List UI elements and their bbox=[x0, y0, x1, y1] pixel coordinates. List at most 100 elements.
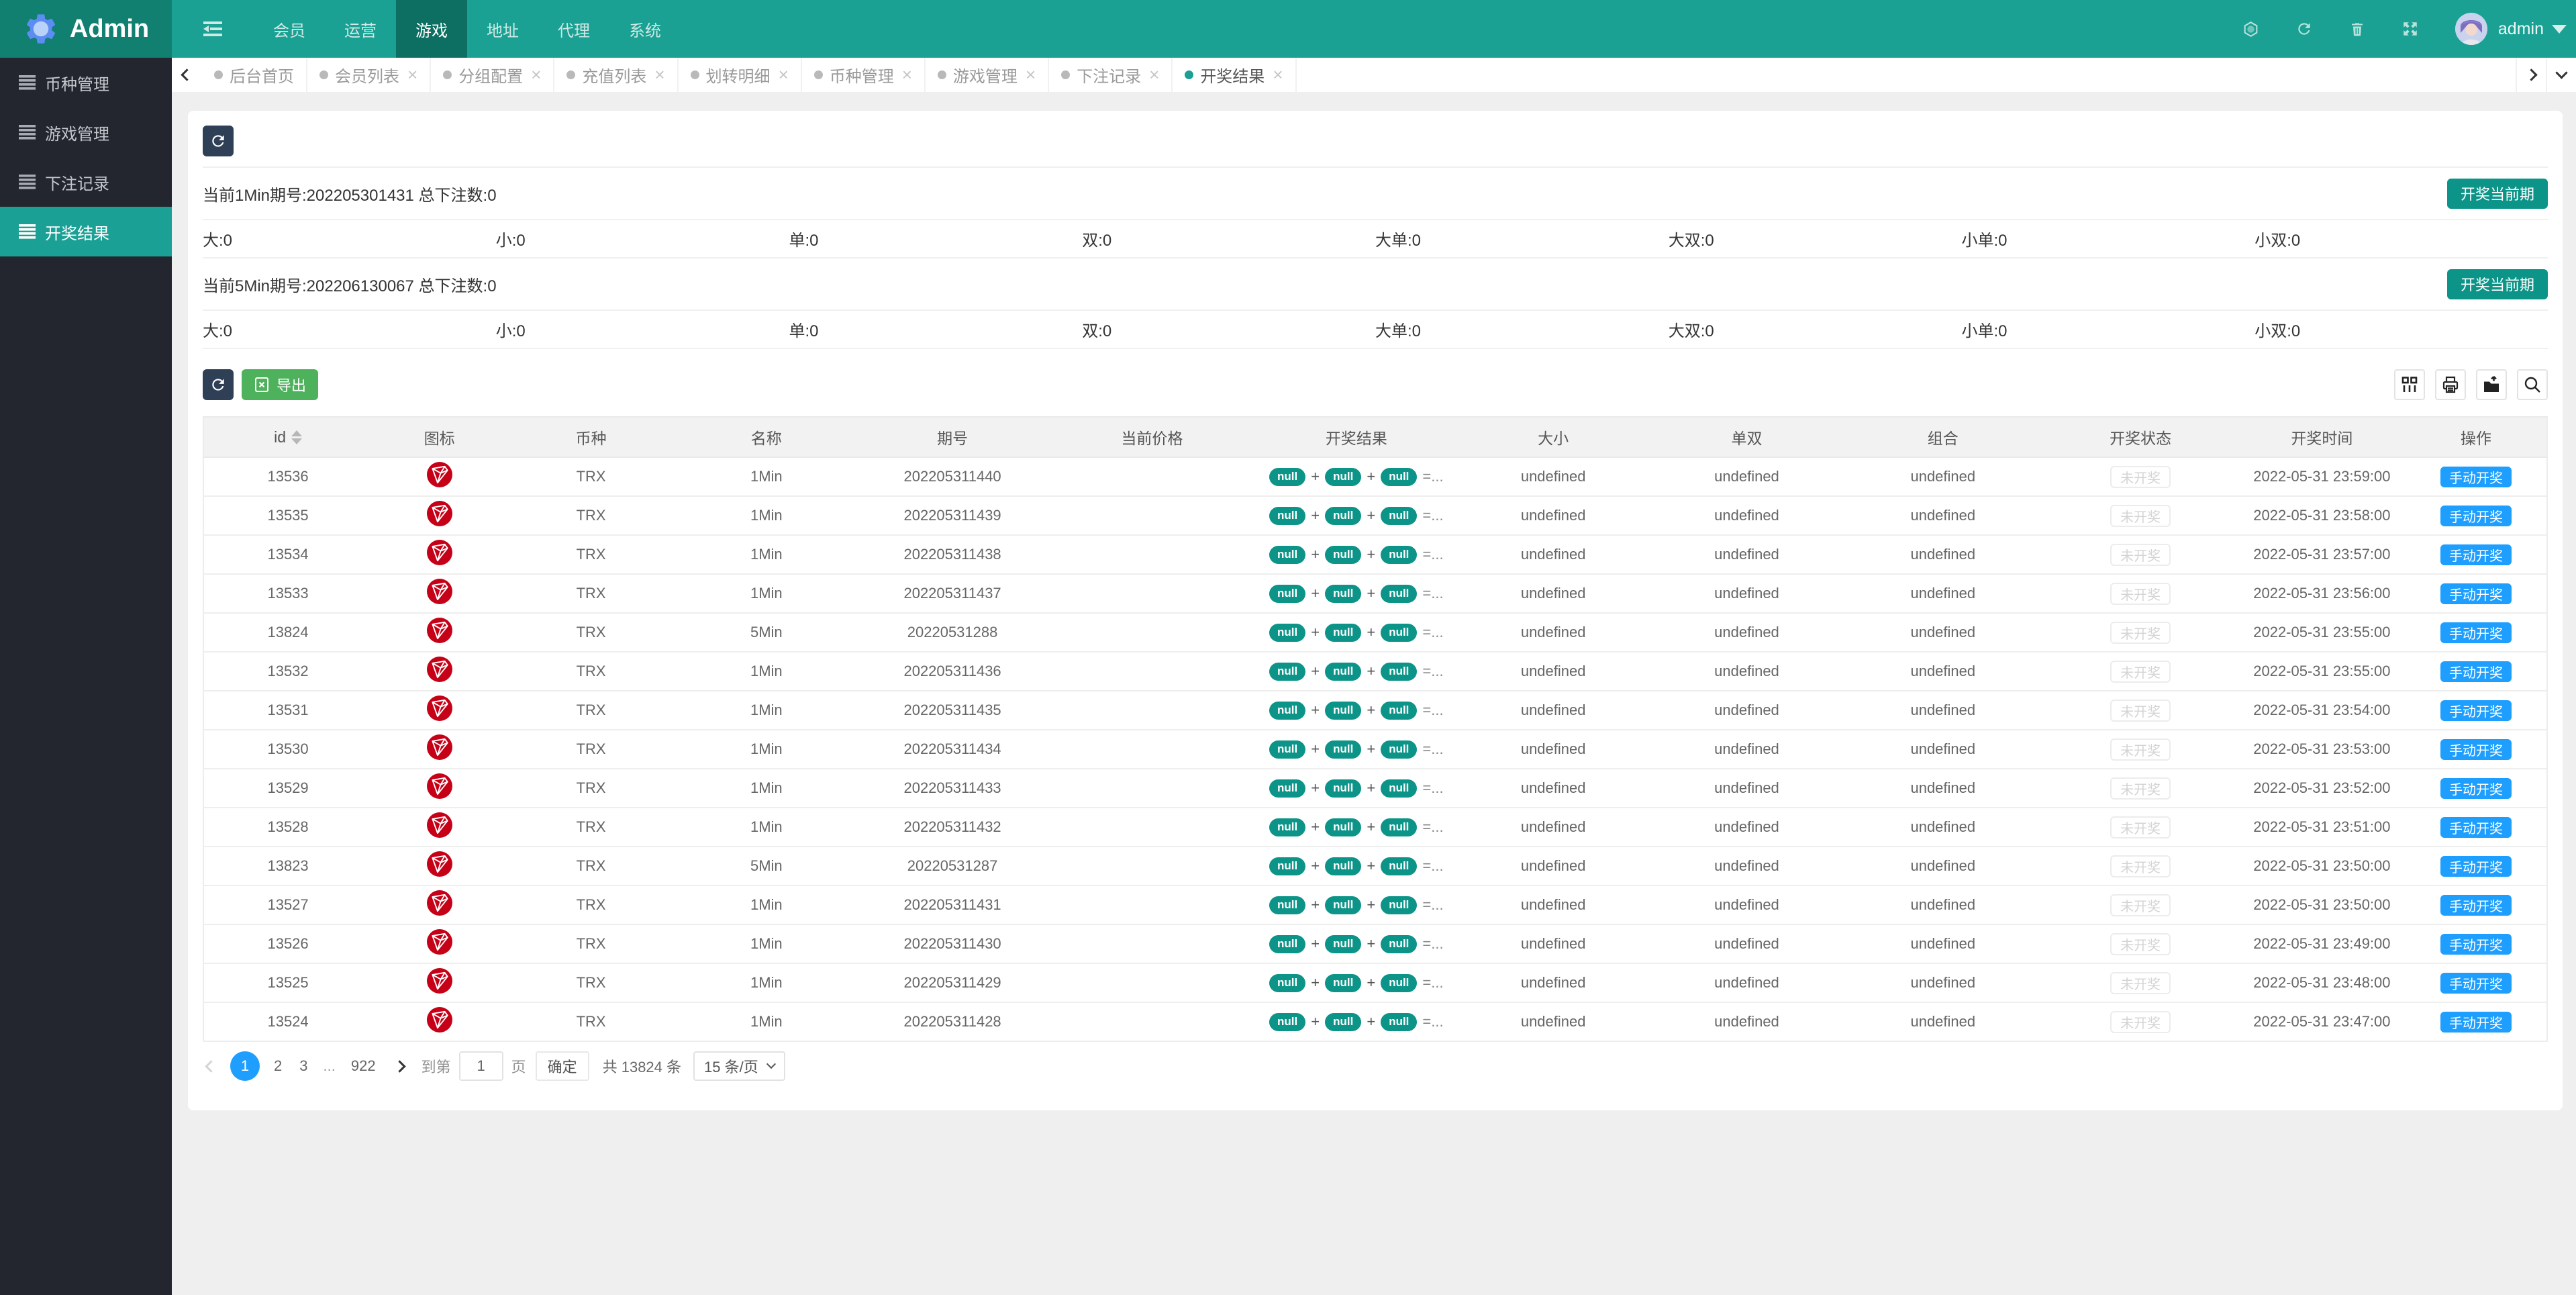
username[interactable]: admin bbox=[2498, 19, 2544, 39]
manual-draw-button[interactable]: 手动开奖 bbox=[2440, 933, 2512, 955]
print-button[interactable] bbox=[2435, 369, 2466, 400]
cell-coin: TRX bbox=[507, 924, 676, 964]
manual-draw-button[interactable]: 手动开奖 bbox=[2440, 622, 2512, 643]
cell-size: undefined bbox=[1456, 1002, 1650, 1042]
refresh-table-button[interactable] bbox=[203, 369, 234, 400]
export-data-button[interactable] bbox=[2476, 369, 2507, 400]
tab-后台首页[interactable]: 后台首页 bbox=[202, 58, 307, 92]
cell-action: 手动开奖 bbox=[2405, 769, 2547, 808]
page-number[interactable]: 3 bbox=[299, 1057, 307, 1075]
sidebar-item-币种管理[interactable]: 币种管理 bbox=[0, 58, 172, 107]
tab-开奖结果[interactable]: 开奖结果 × bbox=[1173, 58, 1297, 92]
cell-time: 2022-05-31 23:48:00 bbox=[2238, 963, 2406, 1003]
cell-icon bbox=[372, 1002, 507, 1042]
trx-coin-icon bbox=[426, 929, 452, 955]
cell-price bbox=[1047, 1002, 1257, 1042]
tab-游戏管理[interactable]: 游戏管理 × bbox=[926, 58, 1050, 92]
draw-current-period-button[interactable]: 开奖当前期 bbox=[2446, 269, 2548, 299]
nav-item-系统[interactable]: 系统 bbox=[609, 0, 681, 58]
filter-columns-button[interactable] bbox=[2394, 369, 2425, 400]
column-header-期号: 期号 bbox=[857, 416, 1048, 458]
manual-draw-button[interactable]: 手动开奖 bbox=[2440, 661, 2512, 682]
cell-name: 1Min bbox=[675, 885, 858, 925]
search-button[interactable] bbox=[2517, 369, 2548, 400]
tab-币种管理[interactable]: 币种管理 × bbox=[802, 58, 926, 92]
manual-draw-button[interactable]: 手动开奖 bbox=[2440, 583, 2512, 604]
status-not-drawn-button: 未开奖 bbox=[2110, 738, 2171, 761]
sort-icons[interactable] bbox=[291, 430, 303, 444]
tab-会员列表[interactable]: 会员列表 × bbox=[307, 58, 432, 92]
manual-draw-button[interactable]: 手动开奖 bbox=[2440, 855, 2512, 877]
page-number[interactable]: 922 bbox=[351, 1057, 376, 1075]
manual-draw-button[interactable]: 手动开奖 bbox=[2440, 505, 2512, 526]
manual-draw-button[interactable]: 手动开奖 bbox=[2440, 777, 2512, 799]
tab-下注记录[interactable]: 下注记录 × bbox=[1049, 58, 1173, 92]
refresh-periods-button[interactable] bbox=[203, 126, 234, 156]
sidebar-item-开奖结果[interactable]: 开奖结果 bbox=[0, 207, 172, 256]
trash-icon[interactable] bbox=[2349, 20, 2365, 38]
cell-combo: undefined bbox=[1843, 769, 2043, 808]
cell-coin: TRX bbox=[507, 613, 676, 653]
status-not-drawn-button: 未开奖 bbox=[2110, 465, 2171, 488]
manual-draw-button[interactable]: 手动开奖 bbox=[2440, 466, 2512, 487]
content-card: 当前1Min期号:202205301431 总下注数:0 开奖当前期 大:0 小:… bbox=[188, 111, 2563, 1110]
tab-close-icon[interactable]: × bbox=[1273, 64, 1283, 85]
tabs-menu-button[interactable] bbox=[2546, 58, 2576, 92]
nav-item-代理[interactable]: 代理 bbox=[538, 0, 609, 58]
tab-dot-icon bbox=[319, 70, 328, 79]
result-suffix: =... bbox=[1422, 779, 1444, 796]
manual-draw-button[interactable]: 手动开奖 bbox=[2440, 700, 2512, 721]
manual-draw-button[interactable]: 手动开奖 bbox=[2440, 1011, 2512, 1033]
nav-item-会员[interactable]: 会员 bbox=[254, 0, 325, 58]
tabs-scroll-right-button[interactable] bbox=[2516, 58, 2546, 92]
sidebar-item-下注记录[interactable]: 下注记录 bbox=[0, 157, 172, 207]
current-page[interactable]: 1 bbox=[230, 1051, 260, 1081]
plus-sign: + bbox=[1367, 974, 1376, 991]
refresh-icon[interactable] bbox=[2295, 20, 2313, 38]
cell-status: 未开奖 bbox=[2042, 924, 2238, 964]
nav-item-地址[interactable]: 地址 bbox=[467, 0, 538, 58]
message-icon[interactable] bbox=[2242, 20, 2259, 38]
nav-item-运营[interactable]: 运营 bbox=[325, 0, 396, 58]
manual-draw-button[interactable]: 手动开奖 bbox=[2440, 816, 2512, 838]
manual-draw-button[interactable]: 手动开奖 bbox=[2440, 544, 2512, 565]
tab-close-icon[interactable]: × bbox=[407, 64, 417, 85]
result-suffix: =... bbox=[1422, 663, 1444, 679]
manual-draw-button[interactable]: 手动开奖 bbox=[2440, 738, 2512, 760]
tab-close-icon[interactable]: × bbox=[1149, 64, 1159, 85]
next-page-icon[interactable] bbox=[393, 1059, 406, 1073]
tab-close-icon[interactable]: × bbox=[779, 64, 789, 85]
per-page-select[interactable]: 15 条/页 bbox=[693, 1051, 785, 1081]
cell-parity: undefined bbox=[1650, 963, 1844, 1003]
draw-current-period-button[interactable]: 开奖当前期 bbox=[2446, 178, 2548, 209]
cell-price bbox=[1047, 496, 1257, 536]
manual-draw-button[interactable]: 手动开奖 bbox=[2440, 972, 2512, 994]
column-header-id[interactable]: id bbox=[203, 416, 373, 458]
result-suffix: =... bbox=[1422, 740, 1444, 757]
cell-coin: TRX bbox=[507, 808, 676, 847]
manual-draw-button[interactable]: 手动开奖 bbox=[2440, 894, 2512, 916]
user-menu-caret-icon[interactable] bbox=[2552, 24, 2567, 34]
tab-close-icon[interactable]: × bbox=[531, 64, 541, 85]
tab-close-icon[interactable]: × bbox=[902, 64, 912, 85]
tab-close-icon[interactable]: × bbox=[1026, 64, 1036, 85]
result-pill: null bbox=[1381, 1012, 1418, 1031]
sidebar-item-游戏管理[interactable]: 游戏管理 bbox=[0, 107, 172, 157]
tabs-scroll-left-button[interactable] bbox=[172, 58, 202, 92]
collapse-sidebar-button[interactable] bbox=[172, 0, 254, 58]
tab-划转明细[interactable]: 划转明细 × bbox=[679, 58, 802, 92]
export-button[interactable]: 导出 bbox=[242, 369, 319, 400]
fullscreen-icon[interactable] bbox=[2401, 20, 2419, 38]
prev-page-icon[interactable] bbox=[205, 1059, 217, 1073]
table-row: 13529 TRX 1Min 202205311433 null + null + null =… bbox=[203, 769, 2547, 808]
tab-充值列表[interactable]: 充值列表 × bbox=[554, 58, 679, 92]
cell-time: 2022-05-31 23:50:00 bbox=[2238, 885, 2406, 925]
goto-confirm-button[interactable]: 确定 bbox=[535, 1051, 589, 1081]
goto-page-input[interactable] bbox=[458, 1051, 503, 1081]
nav-item-游戏[interactable]: 游戏 bbox=[396, 0, 467, 58]
cell-id: 13536 bbox=[203, 457, 373, 497]
tab-分组配置[interactable]: 分组配置 × bbox=[431, 58, 555, 92]
tab-close-icon[interactable]: × bbox=[654, 64, 664, 85]
avatar[interactable] bbox=[2455, 13, 2487, 45]
page-number[interactable]: 2 bbox=[274, 1057, 282, 1075]
